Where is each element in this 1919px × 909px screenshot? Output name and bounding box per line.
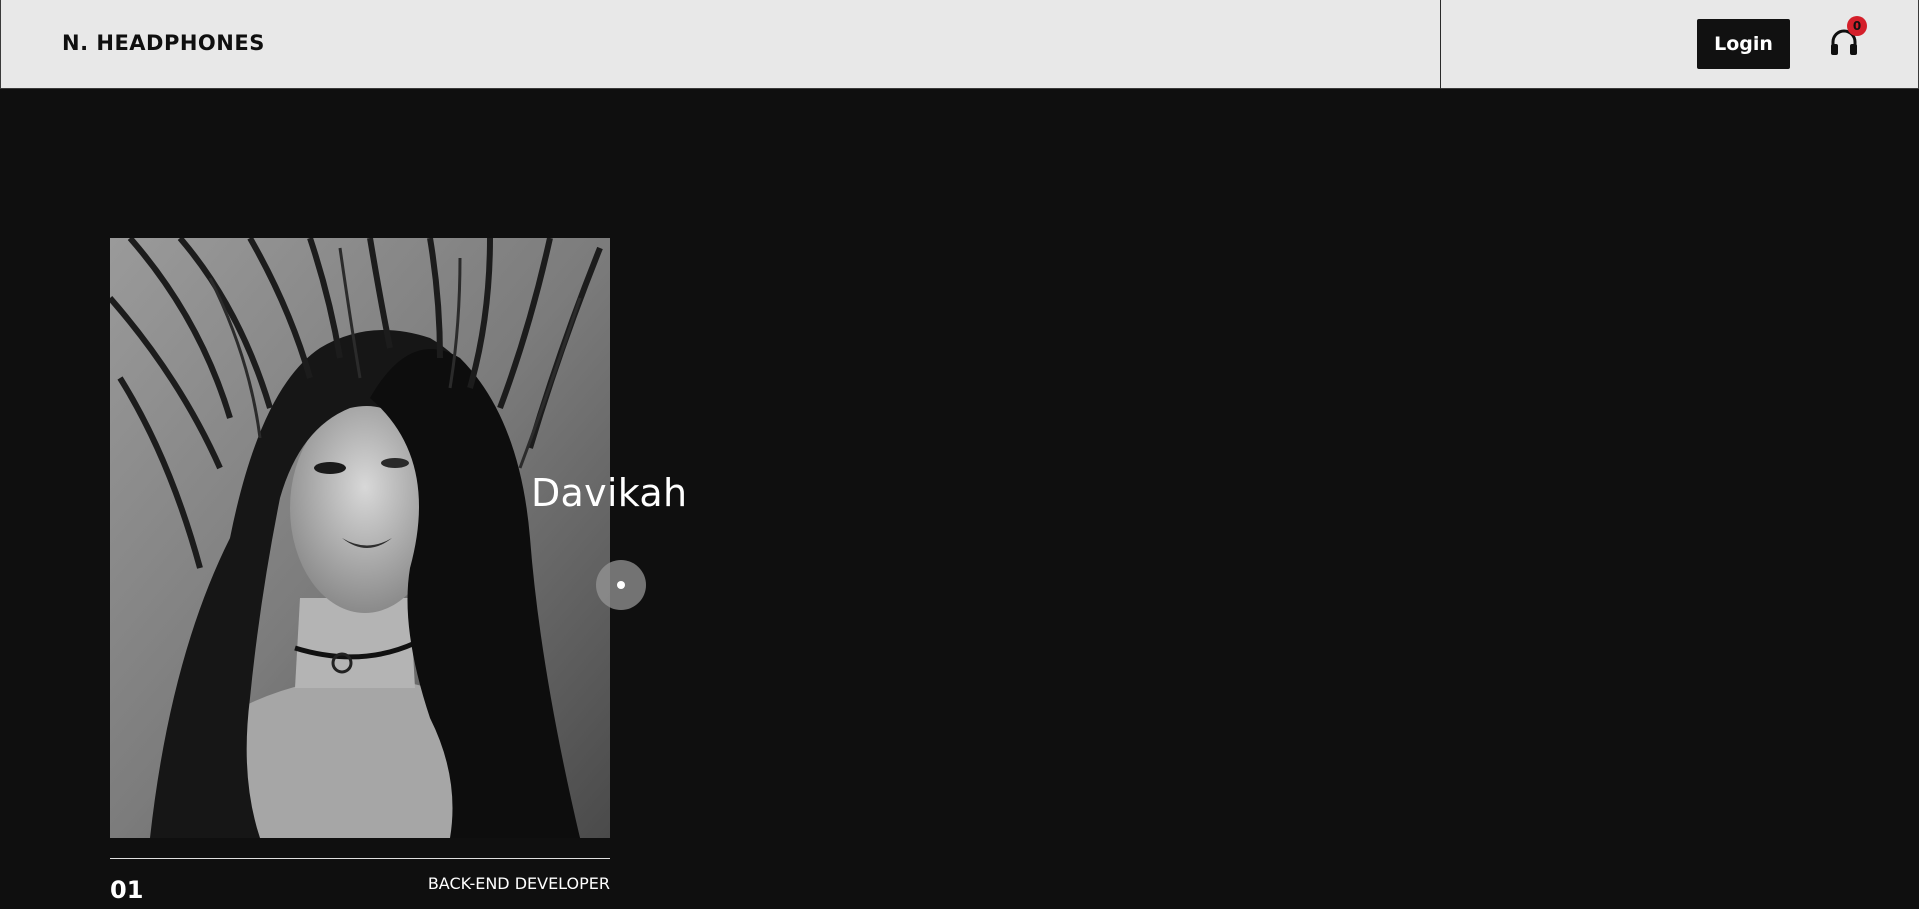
cursor-dot-center: [617, 581, 625, 589]
header-divider: [1440, 0, 1441, 89]
card-role: BACK-END DEVELOPER: [427, 874, 610, 893]
site-logo[interactable]: N. HEADPHONES: [62, 31, 265, 55]
portrait-image: [110, 238, 610, 838]
cursor-follower: [596, 560, 646, 610]
card-number: 01: [110, 876, 144, 904]
cart-button[interactable]: 0: [1828, 16, 1867, 59]
login-button[interactable]: Login: [1697, 19, 1790, 69]
card-divider: [110, 858, 610, 859]
team-member-name: Davikah: [531, 471, 688, 515]
cart-count-badge: 0: [1847, 16, 1867, 36]
site-header: N. HEADPHONES Login 0: [0, 0, 1919, 89]
